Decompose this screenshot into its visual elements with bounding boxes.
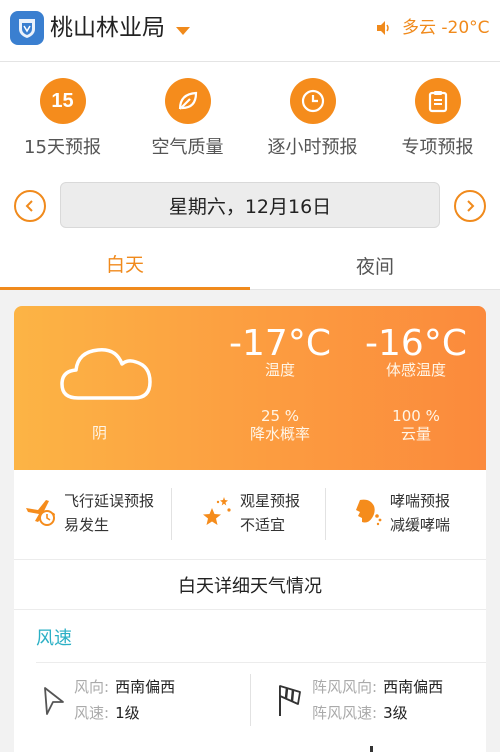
speaker-icon[interactable]	[376, 20, 392, 36]
wind-speed-key: 风速:	[74, 704, 110, 722]
leaf-icon	[164, 78, 211, 124]
wind-speed-value: 1级	[115, 704, 140, 722]
index-stargazing-title: 观星预报	[240, 492, 301, 510]
gust-direction-row: 阵风风向: 西南偏西	[312, 674, 443, 700]
gust-speed-row: 阵风风速: 3级	[312, 700, 408, 726]
next-day-button[interactable]	[454, 190, 486, 222]
index-flight-value: 易发生	[64, 516, 110, 534]
wind-heading: 风速	[36, 628, 72, 649]
chevron-left-icon	[25, 200, 33, 212]
wind-direction-key: 风向:	[74, 678, 110, 696]
index-asthma-title: 哮喘预报	[390, 492, 451, 510]
index-stargazing-value: 不适宜	[240, 516, 286, 534]
temperature-label: 温度	[264, 361, 295, 379]
divider	[325, 488, 326, 540]
day-night-tabs: 白天 夜间	[0, 240, 500, 290]
index-stargazing[interactable]: 观星预报 不适宜	[200, 490, 330, 540]
clipboard-icon	[414, 78, 461, 124]
clock-icon	[289, 78, 336, 124]
weather-summary-card: 阴 -17°C 温度 -16°C 体感温度 25 % 降水概率 100 % 云量	[14, 306, 486, 470]
tab-day[interactable]: 白天	[0, 240, 250, 290]
divider	[171, 488, 172, 540]
asthma-icon	[356, 499, 382, 526]
gust-direction-key: 阵风风向:	[312, 678, 378, 696]
wind-direction-row: 风向: 西南偏西	[74, 674, 175, 700]
wind-section: 风速 风向: 西南偏西 风速: 1级 阵风风向: 西南偏西 阵风风速: 3级	[14, 610, 486, 752]
precipitation-label: 降水概率	[249, 425, 310, 443]
feels-like-label: 体感温度	[385, 361, 446, 379]
quick-air-quality[interactable]: 空气质量	[125, 78, 250, 160]
wind-direction-value: 西南偏西	[115, 678, 176, 696]
divider	[36, 662, 486, 663]
detail-section-title: 白天详细天气情况	[14, 560, 486, 610]
gust-speed-value: 3级	[383, 704, 408, 722]
index-asthma-value: 减缓哮喘	[390, 516, 451, 534]
current-date: 星期六，12月16日	[60, 182, 440, 228]
divider	[250, 674, 251, 726]
calendar-15-number: 15	[51, 89, 74, 112]
calendar-15-icon: 15	[39, 78, 86, 124]
top-header: 桃山林业局 多云 -20°C	[0, 0, 500, 62]
quick-special-forecast[interactable]: 专项预报	[375, 78, 500, 160]
wind-speed-row: 风速: 1级	[74, 700, 140, 726]
temperature-value: -17°C	[229, 323, 331, 364]
caret-down-icon[interactable]	[176, 27, 190, 35]
index-flight-title: 飞行延误预报	[64, 492, 155, 510]
previous-day-button[interactable]	[14, 190, 46, 222]
chevron-right-icon	[467, 200, 475, 212]
index-flight-delay[interactable]: 飞行延误预报 易发生	[24, 490, 174, 540]
cloud-cover-label: 云量	[400, 425, 431, 443]
quick-label-air: 空气质量	[151, 137, 224, 158]
gust-direction-value: 西南偏西	[383, 678, 444, 696]
tab-night[interactable]: 夜间	[250, 240, 500, 290]
condition-label: 阴	[92, 424, 108, 442]
windsock-icon	[279, 685, 301, 716]
partial-icon	[370, 746, 373, 752]
quick-hourly-forecast[interactable]: 逐小时预报	[250, 78, 375, 160]
location-selector[interactable]: 桃山林业局	[50, 12, 165, 44]
quick-label-15-day: 15天预报	[24, 137, 101, 158]
weather-indices: 飞行延误预报 易发生 观星预报 不适宜 哮喘预报 减缓哮喘	[14, 470, 486, 560]
index-asthma[interactable]: 哮喘预报 减缓哮喘	[350, 490, 480, 540]
current-weather-summary: 多云 -20°C	[402, 18, 490, 38]
cloud-icon	[60, 348, 152, 400]
gust-speed-key: 阵风风速:	[312, 704, 378, 722]
cloud-cover-value: 100 %	[392, 407, 440, 425]
quick-label-hourly: 逐小时预报	[267, 137, 358, 158]
quick-label-special: 专项预报	[401, 137, 474, 158]
feels-like-value: -16°C	[365, 323, 467, 364]
wind-direction-icon	[44, 687, 64, 715]
app-logo-icon	[10, 11, 44, 45]
quick-action-bar: 15 15天预报 空气质量 逐小时预报 专项预报	[0, 62, 500, 172]
quick-15-day-forecast[interactable]: 15 15天预报	[0, 78, 125, 160]
date-navigation: 星期六，12月16日	[0, 172, 500, 240]
stargazing-icon	[203, 497, 231, 525]
precipitation-value: 25 %	[260, 407, 300, 425]
plane-delay-icon	[26, 500, 55, 526]
